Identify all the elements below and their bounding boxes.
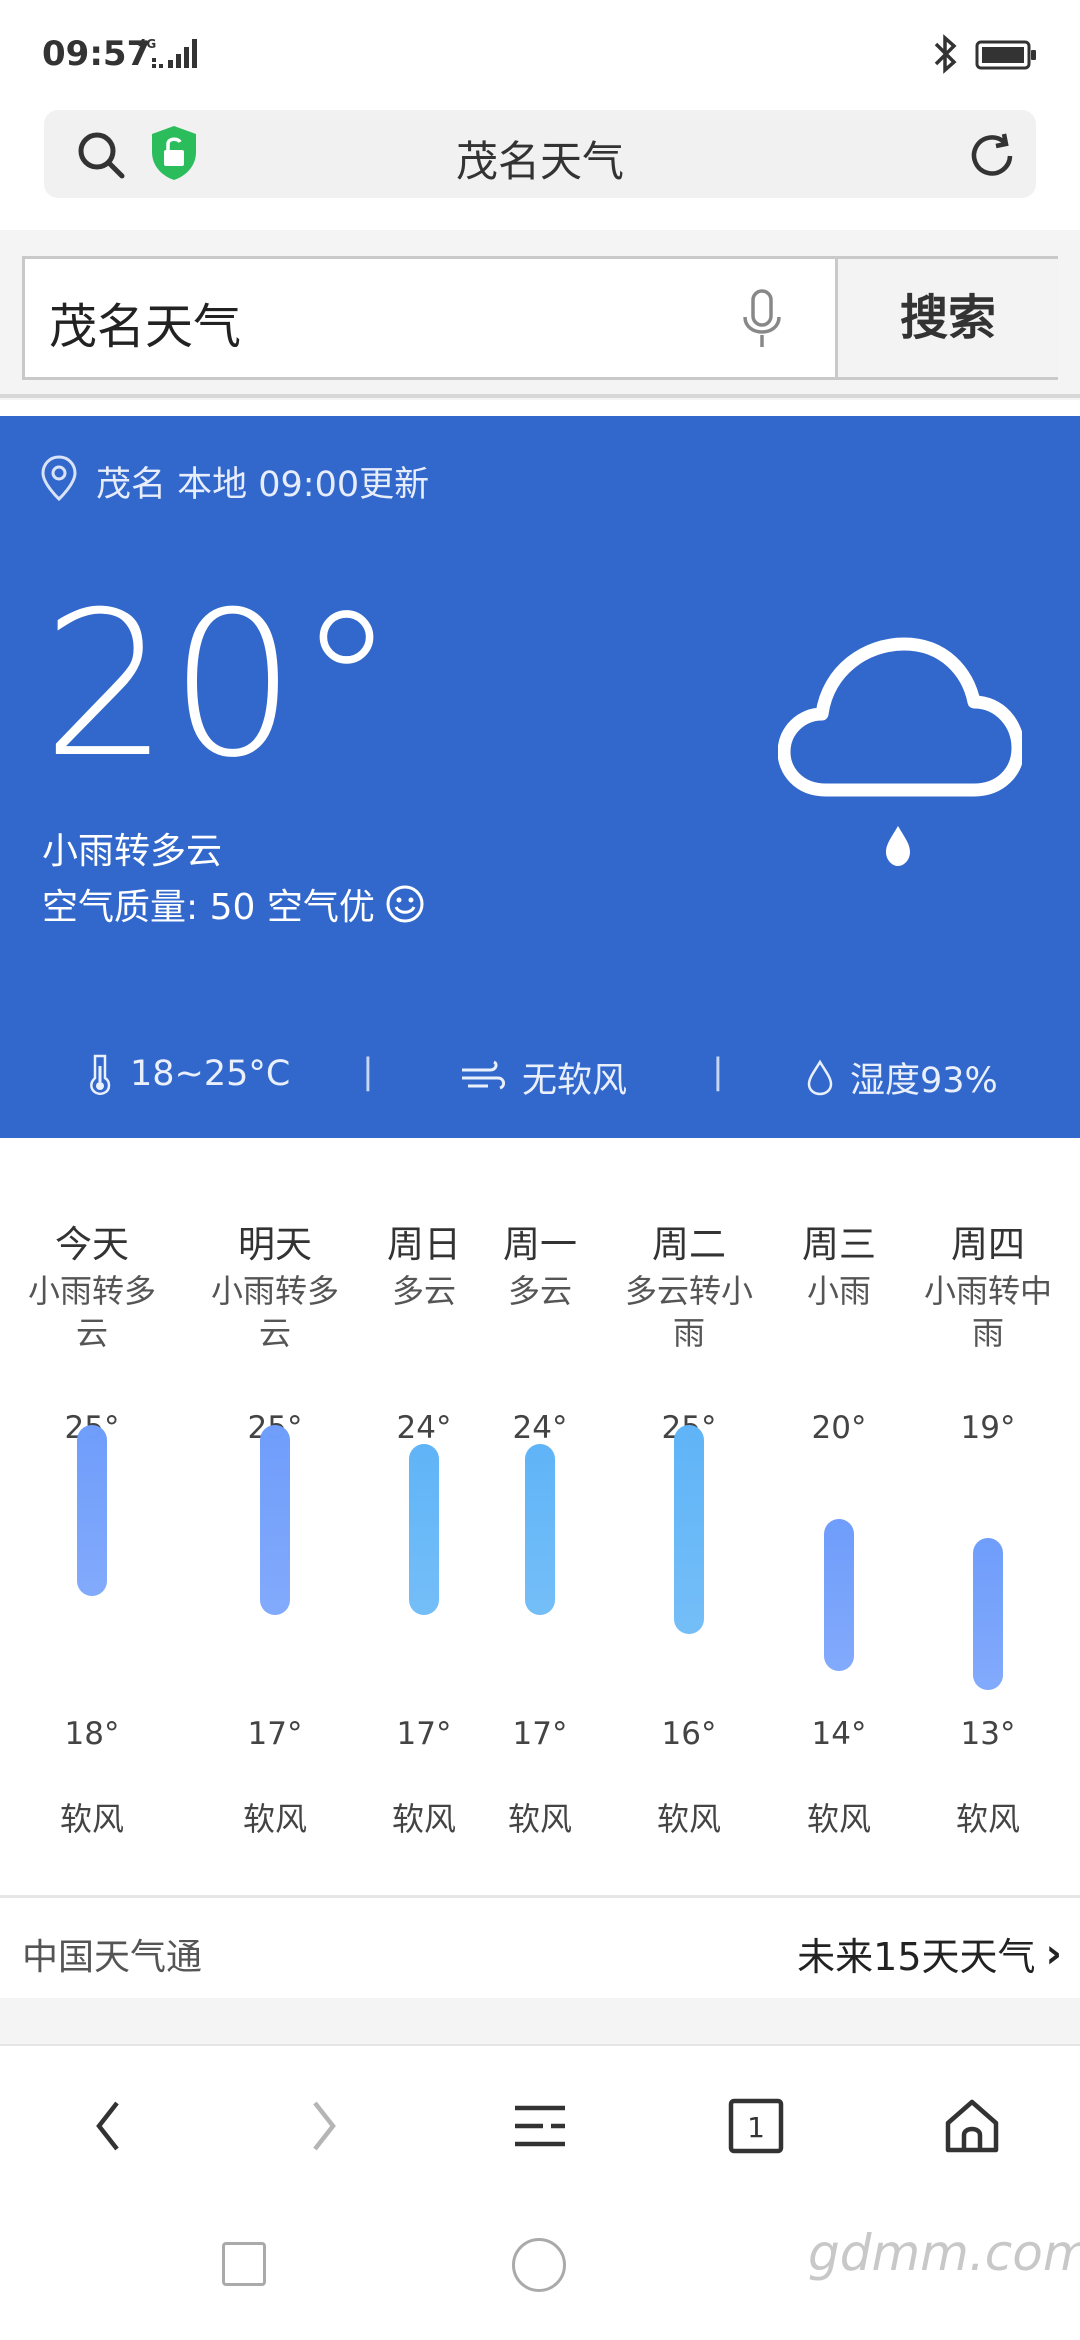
- refresh-icon[interactable]: [966, 130, 1018, 182]
- home-system-button[interactable]: [512, 2238, 566, 2292]
- forecast-panel[interactable]: 今天小雨转多云25°18°软风明天小雨转多云25°17°软风周日多云24°17°…: [0, 1160, 1080, 1900]
- forecast-day-label: 今天: [55, 1223, 129, 1266]
- temperature-range-bar: [525, 1443, 555, 1615]
- forecast-day-label: 明天: [238, 1223, 312, 1266]
- forecast-wind: 软风: [507, 1800, 572, 1838]
- temperature-range-bar: [973, 1537, 1003, 1690]
- microphone-icon[interactable]: [737, 287, 787, 353]
- wind-stat: 无软风: [460, 1052, 627, 1103]
- weather-stats-row: 18~25°C | 无软风 | 湿度93%: [0, 1052, 1080, 1112]
- cloud-rain-icon: [778, 637, 1022, 866]
- forecast-condition: 小雨转多云: [27, 1272, 156, 1352]
- home-icon[interactable]: [943, 2097, 1001, 2155]
- system-navigation-bar: gdmm.com: [0, 2194, 1080, 2340]
- search-box: 茂名天气 搜索: [22, 256, 1058, 380]
- status-bar: 09:57 4G: [0, 0, 1080, 100]
- forecast-day-column[interactable]: 周一多云 24° 17° 软风: [470, 1160, 610, 1880]
- forecast-low-temp: 14°: [811, 1716, 867, 1752]
- divider: [0, 394, 1080, 398]
- address-title[interactable]: 茂名天气: [44, 128, 1036, 189]
- forecast-day-column[interactable]: 周三小雨 20° 14° 软风: [769, 1160, 909, 1880]
- forecast-high-temp: 24°: [512, 1410, 568, 1446]
- forecast-day-column[interactable]: 周二多云转小雨25°16°软风: [619, 1160, 759, 1880]
- temperature-range-bar: [674, 1425, 704, 1634]
- forecast-day-label: 周三: [802, 1223, 876, 1266]
- forecast-day-column[interactable]: 周四小雨转中雨 19° 13° 软风: [918, 1160, 1058, 1880]
- forecast-wind: 软风: [656, 1800, 721, 1838]
- tabs-button[interactable]: 1: [716, 2086, 796, 2166]
- location-update-text: 茂名 本地 09:00更新: [96, 465, 430, 505]
- temperature-range-bar: [77, 1425, 107, 1597]
- network-label: 4G: [138, 37, 156, 51]
- temperature-range-bar: [260, 1425, 290, 1615]
- forward-button[interactable]: [284, 2086, 364, 2166]
- chevron-right-icon[interactable]: ›: [1046, 1931, 1062, 1977]
- forecast-day-label: 周四: [951, 1223, 1025, 1266]
- location-pin-icon: [41, 455, 77, 502]
- recent-apps-button[interactable]: [222, 2242, 266, 2286]
- home-button[interactable]: [932, 2086, 1012, 2166]
- forecast-condition: 小雨转多云: [210, 1272, 339, 1352]
- thermometer-icon: [90, 1054, 111, 1095]
- chevron-left-icon[interactable]: [93, 2099, 123, 2153]
- source-label: 中国天气通: [22, 1937, 203, 1978]
- air-quality-text: 空气质量: 50 空气优: [42, 887, 375, 928]
- smile-icon: [386, 885, 424, 923]
- browser-toolbar: 1: [0, 2044, 1080, 2194]
- tabs-icon[interactable]: 1: [728, 2098, 784, 2154]
- forecast-condition: 多云: [507, 1272, 572, 1310]
- temp-range-stat: 18~25°C: [86, 1052, 290, 1096]
- forecast-wind: 软风: [242, 1800, 307, 1838]
- forecast-low-temp: 17°: [512, 1716, 568, 1752]
- weather-card[interactable]: 茂名 本地 09:00更新 20° 小雨转多云 空气质量: 50 空气优 18~…: [0, 416, 1080, 1138]
- search-button[interactable]: 搜索: [835, 259, 1058, 377]
- droplet-icon: [807, 1059, 833, 1095]
- forecast-day-column[interactable]: 今天小雨转多云25°18°软风: [22, 1160, 162, 1880]
- forecast-wind: 软风: [59, 1800, 124, 1838]
- forecast-day-label: 周一: [503, 1223, 577, 1266]
- wind-text: 无软风: [522, 1061, 628, 1101]
- search-input[interactable]: 茂名天气: [49, 287, 241, 357]
- signal-icon: 4G: [138, 37, 197, 68]
- future-forecast-link[interactable]: 未来15天天气 ›: [797, 1926, 1062, 1981]
- chevron-right-icon[interactable]: [309, 2099, 339, 2153]
- menu-button[interactable]: [500, 2086, 580, 2166]
- air-quality-row: 空气质量: 50 空气优: [42, 878, 425, 930]
- status-time: 09:57: [42, 34, 151, 74]
- current-condition: 小雨转多云: [42, 831, 223, 872]
- temperature-range-bar: [409, 1443, 439, 1615]
- current-temperature: 20°: [42, 569, 397, 802]
- forecast-day-label: 周二: [652, 1223, 726, 1266]
- temp-range-text: 18~25°C: [130, 1054, 291, 1094]
- forecast-wind: 软风: [955, 1800, 1020, 1838]
- search-area: 茂名天气 搜索: [0, 230, 1080, 400]
- stat-separator: |: [362, 1052, 374, 1092]
- back-button[interactable]: [68, 2086, 148, 2166]
- forecast-high-temp: 20°: [811, 1410, 867, 1446]
- forecast-wind: 软风: [806, 1800, 871, 1838]
- humidity-stat: 湿度93%: [806, 1052, 998, 1103]
- forecast-condition: 多云转小雨: [624, 1272, 753, 1352]
- forecast-condition: 小雨: [806, 1272, 871, 1310]
- wind-icon: [462, 1060, 506, 1089]
- menu-icon[interactable]: [513, 2103, 567, 2149]
- forecast-day-column[interactable]: 明天小雨转多云25°17°软风: [205, 1160, 345, 1880]
- forecast-high-temp: 19°: [960, 1410, 1016, 1446]
- stat-separator: |: [712, 1052, 724, 1092]
- bluetooth-icon: [934, 34, 957, 74]
- forecast-low-temp: 17°: [247, 1716, 303, 1752]
- humidity-text: 湿度93%: [850, 1061, 998, 1101]
- forecast-low-temp: 13°: [960, 1716, 1016, 1752]
- tab-count: 1: [747, 2111, 765, 2144]
- forecast-low-temp: 16°: [661, 1716, 717, 1752]
- watermark-text: gdmm.com: [808, 2224, 1080, 2282]
- forecast-condition: 小雨转中雨: [923, 1272, 1052, 1352]
- forecast-low-temp: 18°: [64, 1716, 120, 1752]
- battery-icon: [975, 40, 1036, 70]
- address-bar[interactable]: 茂名天气: [44, 110, 1036, 198]
- future-forecast-label[interactable]: 未来15天天气: [797, 1926, 1035, 1981]
- spacer-band: [0, 1998, 1080, 2044]
- forecast-footer: 中国天气通 未来15天天气 ›: [0, 1898, 1080, 1998]
- temperature-range-bar: [824, 1518, 854, 1672]
